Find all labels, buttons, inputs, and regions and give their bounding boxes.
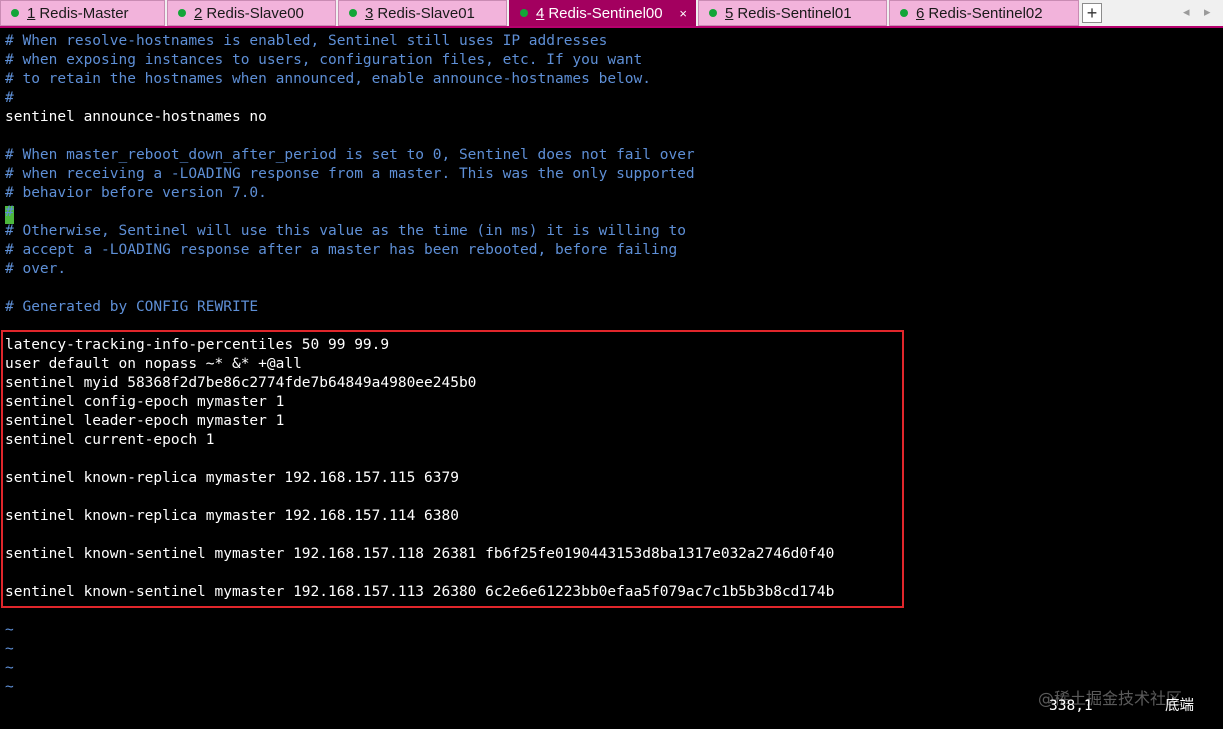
- config-line: sentinel known-sentinel mymaster 192.168…: [5, 584, 835, 600]
- comment-line: #: [5, 90, 14, 106]
- config-line: sentinel leader-epoch mymaster 1: [5, 413, 285, 429]
- comment-line: # when exposing instances to users, conf…: [5, 52, 643, 68]
- tab-number: 3: [365, 4, 374, 22]
- tab-number: 4: [536, 4, 545, 22]
- connection-status-icon: [520, 9, 528, 17]
- comment-line: # accept a -LOADING response after a mas…: [5, 242, 678, 258]
- tab-label: Redis-Slave01: [377, 4, 475, 22]
- config-line: sentinel announce-hostnames no: [5, 109, 267, 125]
- config-line: latency-tracking-info-percentiles 50 99 …: [5, 337, 390, 353]
- connection-status-icon: [349, 9, 357, 17]
- comment-line: # to retain the hostnames when announced…: [5, 71, 652, 87]
- config-line: sentinel known-replica mymaster 192.168.…: [5, 470, 459, 486]
- empty-buffer-line: ~: [5, 641, 14, 657]
- tab-redis-slave01[interactable]: 3 Redis-Slave01: [338, 0, 507, 26]
- tab-redis-sentinel01[interactable]: 5 Redis-Sentinel01: [698, 0, 887, 26]
- config-line: sentinel config-epoch mymaster 1: [5, 394, 285, 410]
- comment-line: #: [5, 204, 14, 220]
- config-line: sentinel known-sentinel mymaster 192.168…: [5, 546, 835, 562]
- tab-label: Redis-Master: [39, 4, 129, 22]
- comment-line: # Otherwise, Sentinel will use this valu…: [5, 223, 686, 239]
- tab-label: Redis-Sentinel02: [928, 4, 1043, 22]
- config-line: sentinel myid 58368f2d7be86c2774fde7b648…: [5, 375, 477, 391]
- scroll-indicator: 底端: [1165, 698, 1194, 714]
- tab-number: 1: [27, 4, 36, 22]
- scroll-tabs-right-icon[interactable]: ▸: [1204, 4, 1211, 20]
- tab-number: 6: [916, 4, 925, 22]
- tab-bar: 1 Redis-Master 2 Redis-Slave00 3 Redis-S…: [0, 0, 1223, 28]
- scroll-tabs-left-icon[interactable]: ◂: [1183, 4, 1190, 20]
- connection-status-icon: [900, 9, 908, 17]
- tab-redis-sentinel02[interactable]: 6 Redis-Sentinel02: [889, 0, 1079, 26]
- comment-line: # when receiving a -LOADING response fro…: [5, 166, 695, 182]
- add-tab-button[interactable]: +: [1082, 3, 1102, 23]
- tab-number: 2: [194, 4, 203, 22]
- config-line: sentinel known-replica mymaster 192.168.…: [5, 508, 459, 524]
- comment-line: # over.: [5, 261, 67, 277]
- comment-line: # Generated by CONFIG REWRITE: [5, 299, 259, 315]
- comment-line: # When resolve-hostnames is enabled, Sen…: [5, 33, 608, 49]
- comment-line: # When master_reboot_down_after_period i…: [5, 147, 695, 163]
- tab-redis-master[interactable]: 1 Redis-Master: [0, 0, 165, 26]
- vim-editor[interactable]: # When resolve-hostnames is enabled, Sen…: [0, 30, 1223, 729]
- cursor-position: 338,1: [1049, 698, 1093, 714]
- close-icon[interactable]: ×: [679, 6, 687, 21]
- config-line: sentinel current-epoch 1: [5, 432, 215, 448]
- connection-status-icon: [709, 9, 717, 17]
- tab-label: Redis-Slave00: [206, 4, 304, 22]
- tab-number: 5: [725, 4, 734, 22]
- comment-line: # behavior before version 7.0.: [5, 185, 267, 201]
- empty-buffer-line: ~: [5, 622, 14, 638]
- tab-redis-slave00[interactable]: 2 Redis-Slave00: [167, 0, 336, 26]
- connection-status-icon: [178, 9, 186, 17]
- connection-status-icon: [11, 9, 19, 17]
- tab-label: Redis-Sentinel00: [548, 4, 663, 22]
- tab-label: Redis-Sentinel01: [737, 4, 852, 22]
- tab-redis-sentinel00[interactable]: 4 Redis-Sentinel00 ×: [509, 0, 696, 26]
- empty-buffer-line: ~: [5, 679, 14, 695]
- empty-buffer-line: ~: [5, 660, 14, 676]
- config-line: user default on nopass ~* &* +@all: [5, 356, 302, 372]
